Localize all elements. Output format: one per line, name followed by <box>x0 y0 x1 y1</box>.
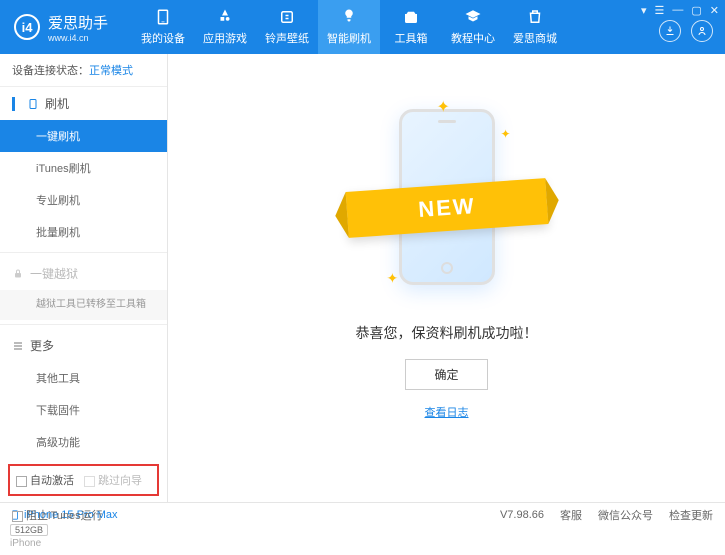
sidebar-item-advanced[interactable]: 高级功能 <box>0 426 167 458</box>
block-itunes-checkbox[interactable]: 阻止iTunes运行 <box>12 507 103 523</box>
main-content: ✦ ✦ ✦ NEW 恭喜您，保资料刷机成功啦！ 确定 查看日志 <box>168 54 725 502</box>
lock-icon <box>12 268 24 280</box>
sidebar-item-other-tools[interactable]: 其他工具 <box>0 362 167 394</box>
status-label: 设备连接状态： <box>12 65 89 77</box>
list-icon <box>12 340 24 352</box>
nav-my-device[interactable]: 我的设备 <box>132 0 194 54</box>
sidebar-item-pro-flash[interactable]: 专业刷机 <box>0 184 167 216</box>
logo-icon: i4 <box>14 14 40 40</box>
nav-smart-flash[interactable]: 智能刷机 <box>318 0 380 54</box>
ringtones-icon <box>278 8 296 26</box>
group-label: 一键越狱 <box>30 265 78 282</box>
ok-button[interactable]: 确定 <box>405 359 487 390</box>
sidebar-item-download-firmware[interactable]: 下载固件 <box>0 394 167 426</box>
top-nav: 我的设备 应用游戏 铃声壁纸 智能刷机 工具箱 教程中心 爱思商城 <box>132 0 566 54</box>
toolbox-icon <box>402 8 420 26</box>
checkbox-label: 阻止iTunes运行 <box>26 510 103 522</box>
logo-block: i4 爱思助手 www.i4.cn <box>0 12 122 43</box>
sidebar-item-itunes-flash[interactable]: iTunes刷机 <box>0 152 167 184</box>
window-controls: ▾ ☰ — ▢ ✕ <box>641 4 719 17</box>
flash-group-icon <box>27 98 39 110</box>
success-illustration: ✦ ✦ ✦ NEW <box>387 97 507 297</box>
nav-label: 铃声壁纸 <box>265 30 309 46</box>
tutorial-icon <box>464 8 482 26</box>
device-status: 设备连接状态：正常模式 <box>0 54 167 87</box>
nav-label: 应用游戏 <box>203 30 247 46</box>
nav-ringtones[interactable]: 铃声壁纸 <box>256 0 318 54</box>
sidebar-group-jailbreak: 一键越狱 <box>0 257 167 290</box>
menu-icon[interactable]: ☰ <box>655 4 665 17</box>
sparkle-icon: ✦ <box>387 270 399 287</box>
checkbox-label: 自动激活 <box>30 475 74 487</box>
nav-label: 智能刷机 <box>327 30 371 46</box>
header-action-icons <box>659 20 713 42</box>
sparkle-icon: ✦ <box>437 97 450 117</box>
footer-link-update[interactable]: 检查更新 <box>669 507 713 523</box>
device-storage: 512GB <box>10 524 48 536</box>
status-value: 正常模式 <box>89 65 133 77</box>
sidebar-group-more[interactable]: 更多 <box>0 329 167 362</box>
nav-tutorials[interactable]: 教程中心 <box>442 0 504 54</box>
group-label: 更多 <box>30 337 54 354</box>
group-label: 刷机 <box>45 95 69 112</box>
apps-icon <box>216 8 234 26</box>
success-message: 恭喜您，保资料刷机成功啦！ <box>356 323 538 343</box>
app-header: i4 爱思助手 www.i4.cn 我的设备 应用游戏 铃声壁纸 智能刷机 工具… <box>0 0 725 54</box>
download-icon[interactable] <box>659 20 681 42</box>
sparkle-icon: ✦ <box>500 127 510 141</box>
jailbreak-note: 越狱工具已转移至工具箱 <box>0 290 167 320</box>
flash-icon <box>340 8 358 26</box>
sidebar-item-batch-flash[interactable]: 批量刷机 <box>0 216 167 248</box>
user-icon[interactable] <box>691 20 713 42</box>
new-banner: NEW <box>345 178 548 238</box>
shop-icon <box>526 8 544 26</box>
device-icon <box>154 8 172 26</box>
auto-activate-checkbox[interactable]: 自动激活 <box>16 472 74 488</box>
nav-shop[interactable]: 爱思商城 <box>504 0 566 54</box>
device-type: iPhone <box>10 538 157 549</box>
skip-guide-checkbox[interactable]: 跳过向导 <box>84 472 142 488</box>
version-label: V7.98.66 <box>500 509 544 521</box>
view-log-link[interactable]: 查看日志 <box>425 404 469 420</box>
sidebar: 设备连接状态：正常模式 刷机 一键刷机 iTunes刷机 专业刷机 批量刷机 一… <box>0 54 168 502</box>
footer-link-wechat[interactable]: 微信公众号 <box>598 507 653 523</box>
sidebar-item-oneclick-flash[interactable]: 一键刷机 <box>0 120 167 152</box>
maximize-button[interactable]: ▢ <box>691 4 701 17</box>
nav-label: 我的设备 <box>141 30 185 46</box>
sidebar-group-flash[interactable]: 刷机 <box>0 87 167 120</box>
logo-title: 爱思助手 <box>48 12 108 33</box>
nav-toolbox[interactable]: 工具箱 <box>380 0 442 54</box>
checkbox-row-highlighted: 自动激活 跳过向导 <box>8 464 159 496</box>
footer-link-support[interactable]: 客服 <box>560 507 582 523</box>
logo-subtitle: www.i4.cn <box>48 33 108 43</box>
dropdown-icon[interactable]: ▾ <box>641 4 647 17</box>
nav-label: 教程中心 <box>451 30 495 46</box>
nav-label: 爱思商城 <box>513 30 557 46</box>
close-button[interactable]: ✕ <box>710 4 719 17</box>
minimize-button[interactable]: — <box>672 4 683 17</box>
nav-label: 工具箱 <box>395 30 428 46</box>
nav-apps[interactable]: 应用游戏 <box>194 0 256 54</box>
checkbox-label: 跳过向导 <box>98 475 142 487</box>
